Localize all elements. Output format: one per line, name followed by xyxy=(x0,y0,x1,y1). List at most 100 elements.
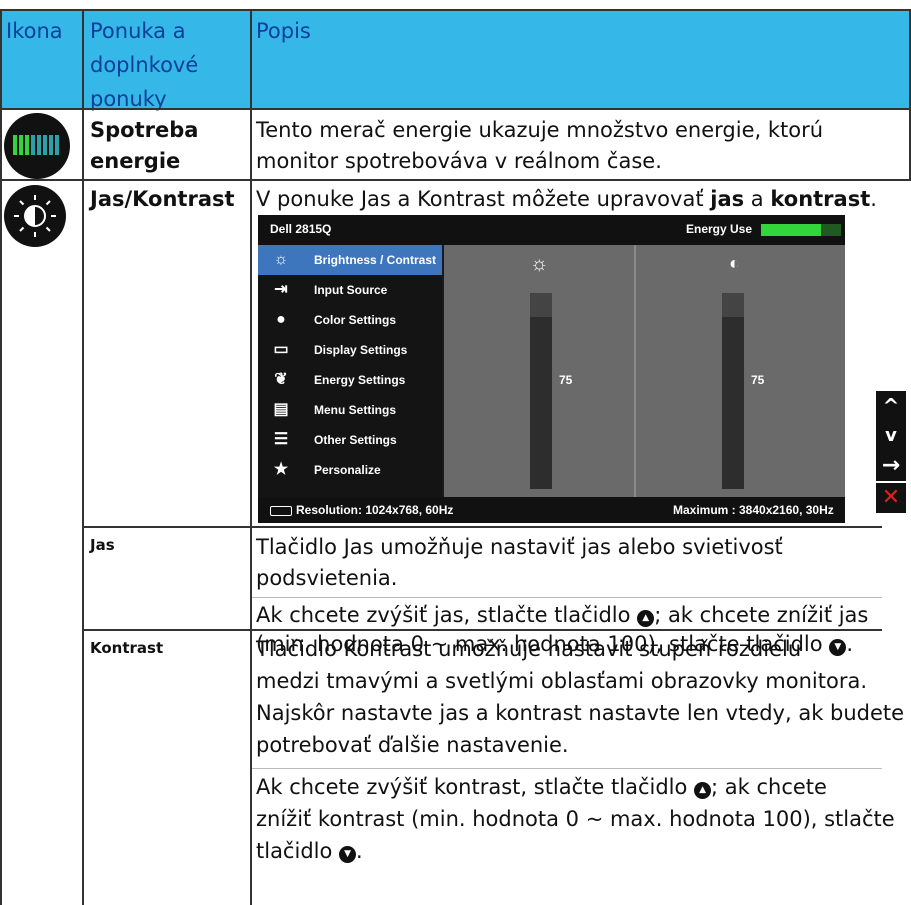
contrast-description-line7: tlačidlo ▼. xyxy=(256,836,363,866)
desc-text: ; ak chcete xyxy=(711,775,827,799)
nav-up-button[interactable]: ^ xyxy=(876,391,906,421)
osd-menu-label: Menu Settings xyxy=(314,403,397,417)
divider xyxy=(250,9,252,905)
desc-text: . xyxy=(846,632,853,656)
close-icon: ✕ xyxy=(881,485,901,510)
desc-text: V ponuke Jas a Kontrast môžete upravovať xyxy=(256,187,711,211)
brightness-slider[interactable] xyxy=(530,293,552,489)
divider xyxy=(0,9,2,905)
brightness-description-line2: podsvietenia. xyxy=(256,566,398,590)
header-menu-col-line2: doplnkové xyxy=(90,53,199,77)
osd-menu-item-input-source[interactable]: ⇥ Input Source xyxy=(258,275,442,305)
chevron-up-icon: ^ xyxy=(882,394,900,418)
osd-menu-item-energy-settings[interactable]: ❦ Energy Settings xyxy=(258,365,442,395)
desc-text: Ak chcete zvýšiť kontrast, stlačte tlači… xyxy=(256,775,688,799)
star-icon: ★ xyxy=(273,461,289,478)
osd-footer: Resolution: 1024x768, 60Hz Maximum : 384… xyxy=(258,497,845,523)
desc-text: . xyxy=(356,839,363,863)
osd-energy-use-label: Energy Use xyxy=(686,222,753,236)
osd-maximum-resolution: Maximum : 3840x2160, 30Hz xyxy=(673,503,834,517)
osd-menu-label: Input Source xyxy=(314,283,388,297)
chevron-down-icon: v xyxy=(885,425,897,446)
osd-menu-label: Brightness / Contrast xyxy=(314,253,437,267)
contrast-description-line2: medzi tmavými a svetlými oblasťami obraz… xyxy=(256,669,868,693)
osd-menu-label: Display Settings xyxy=(314,343,408,357)
menu-brightness-contrast: Jas/Kontrast xyxy=(90,187,235,211)
header-icon-col: Ikona xyxy=(6,19,63,43)
osd-energy-meter-icon xyxy=(761,224,841,236)
contrast-value: 75 xyxy=(751,373,765,387)
osd-menu-screenshot: Dell 2815Q Energy Use ☼ Brightness / Con… xyxy=(258,215,845,523)
contrast-slider[interactable] xyxy=(722,293,744,489)
brightness-description-line1: Tlačidlo Jas umožňuje nastaviť jas alebo… xyxy=(256,535,783,559)
energy-description-line1: Tento merač energie ukazuje množstvo ene… xyxy=(256,118,824,142)
up-button-icon: ▲ xyxy=(694,782,712,799)
arrow-right-icon: → xyxy=(881,453,901,478)
divider xyxy=(0,108,911,110)
up-button-icon: ▲ xyxy=(637,610,655,627)
osd-resolution: Resolution: 1024x768, 60Hz xyxy=(296,503,454,517)
osd-model-name: Dell 2815Q xyxy=(270,222,332,236)
input-source-icon: ⇥ xyxy=(274,281,288,298)
divider xyxy=(82,526,882,528)
osd-menu-label: Color Settings xyxy=(314,313,397,327)
osd-menu-item-other-settings[interactable]: ☰ Other Settings xyxy=(258,425,442,455)
contrast-description-line6: znížiť kontrast (min. hodnota 0 ~ max. h… xyxy=(256,807,895,831)
header-menu-col-line1: Ponuka a xyxy=(90,19,186,43)
desc-text: Ak chcete zvýšiť jas, stlačte tlačidlo xyxy=(256,603,631,627)
desc-bold-contrast: kontrast xyxy=(770,187,871,211)
desc-bold-brightness: jas xyxy=(710,187,745,211)
menu-contrast: Kontrast xyxy=(90,639,164,657)
other-settings-icon: ☰ xyxy=(273,431,289,448)
brightness-contrast-icon xyxy=(4,185,66,247)
osd-menu-label: Personalize xyxy=(314,463,381,477)
header-description-col: Popis xyxy=(256,19,311,43)
desc-text: . xyxy=(870,187,877,211)
contrast-description-line5: Ak chcete zvýšiť kontrast, stlačte tlači… xyxy=(256,772,827,802)
osd-menu-item-menu-settings[interactable]: ▤ Menu Settings xyxy=(258,395,442,425)
brightness-slider-fill xyxy=(530,293,552,317)
osd-menu-item-brightness-contrast[interactable]: ☼ Brightness / Contrast xyxy=(258,245,442,275)
divider xyxy=(0,9,911,11)
brightness-value: 75 xyxy=(559,373,573,387)
desc-text: ; ak chcete znížiť jas xyxy=(654,603,869,627)
osd-menu: ☼ Brightness / Contrast ⇥ Input Source ●… xyxy=(258,245,442,497)
brightness-contrast-description: V ponuke Jas a Kontrast môžete upravovať… xyxy=(256,184,877,214)
brightness-description-line3: Ak chcete zvýšiť jas, stlačte tlačidlo ▲… xyxy=(256,600,868,630)
brightness-sun-icon: ☼ xyxy=(530,253,549,275)
osd-brightness-panel: ☼ 75 xyxy=(444,245,634,497)
nav-down-button[interactable]: v xyxy=(876,421,906,451)
contrast-icon: ◐ xyxy=(729,253,740,273)
desc-text: tlačidlo xyxy=(256,839,333,863)
down-button-icon: ▼ xyxy=(829,639,847,656)
contrast-description-line4: potrebovať ďalšie nastavenie. xyxy=(256,733,569,757)
energy-settings-icon: ❦ xyxy=(274,371,288,388)
osd-title-bar: Dell 2815Q Energy Use xyxy=(258,215,845,245)
desc-text: a xyxy=(744,187,771,211)
contrast-description-line3: Najskôr nastavte jas a kontrast nastavte… xyxy=(256,701,905,725)
menu-energy-use-line1: Spotreba xyxy=(90,118,199,142)
contrast-description-line1: Tlačidlo Kontrast umožňuje nastaviť stup… xyxy=(256,637,802,661)
resolution-connector-icon xyxy=(270,506,292,516)
down-button-icon: ▼ xyxy=(339,846,357,863)
osd-menu-label: Energy Settings xyxy=(314,373,406,387)
osd-menu-item-color-settings[interactable]: ● Color Settings xyxy=(258,305,442,335)
menu-brightness: Jas xyxy=(90,536,115,554)
display-settings-icon: ▭ xyxy=(273,341,289,358)
divider xyxy=(0,179,911,181)
osd-contrast-panel: ◐ 75 xyxy=(636,245,845,497)
divider xyxy=(252,768,882,769)
menu-settings-icon: ▤ xyxy=(273,401,289,418)
osd-menu-label: Other Settings xyxy=(314,433,397,447)
nav-enter-button[interactable]: → xyxy=(876,451,906,481)
menu-energy-use-line2: energie xyxy=(90,149,181,173)
osd-menu-item-personalize[interactable]: ★ Personalize xyxy=(258,455,442,485)
energy-meter-icon xyxy=(4,113,70,179)
nav-exit-button[interactable]: ✕ xyxy=(876,483,906,513)
color-settings-icon: ● xyxy=(276,311,286,328)
osd-menu-item-display-settings[interactable]: ▭ Display Settings xyxy=(258,335,442,365)
brightness-icon: ☼ xyxy=(273,251,289,268)
divider xyxy=(252,597,882,598)
divider xyxy=(82,9,84,905)
contrast-slider-fill xyxy=(722,293,744,317)
